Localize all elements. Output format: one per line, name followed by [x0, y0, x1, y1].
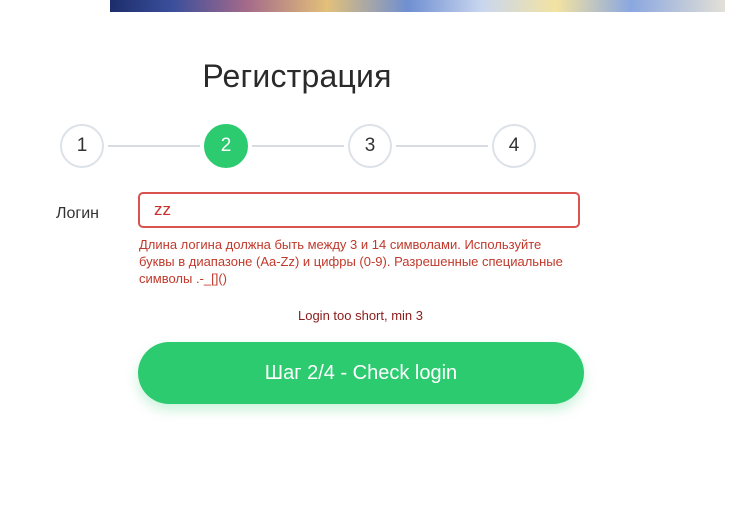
- step-3: 3: [348, 124, 392, 168]
- step-2-active: 2: [204, 124, 248, 168]
- check-login-button[interactable]: Шаг 2/4 - Check login: [138, 342, 584, 404]
- banner-artwork: [110, 0, 730, 12]
- step-indicator: 1 2 3 4: [60, 124, 536, 168]
- step-connector: [108, 145, 200, 147]
- login-label: Логин: [56, 205, 100, 222]
- banner-left-edge: [0, 0, 110, 12]
- step-connector: [252, 145, 344, 147]
- banner-right-edge: [725, 0, 735, 12]
- top-banner-image: [0, 0, 735, 12]
- login-hint: Длина логина должна быть между 3 и 14 си…: [139, 237, 563, 286]
- login-error-message: Login too short, min 3: [297, 308, 424, 323]
- step-1: 1: [60, 124, 104, 168]
- step-connector: [396, 145, 488, 147]
- registration-page: Регистрация 1 2 3 4 Логин Длина логина д…: [0, 0, 735, 512]
- step-4: 4: [492, 124, 536, 168]
- page-title: Регистрация: [202, 58, 392, 94]
- login-input[interactable]: [138, 192, 580, 228]
